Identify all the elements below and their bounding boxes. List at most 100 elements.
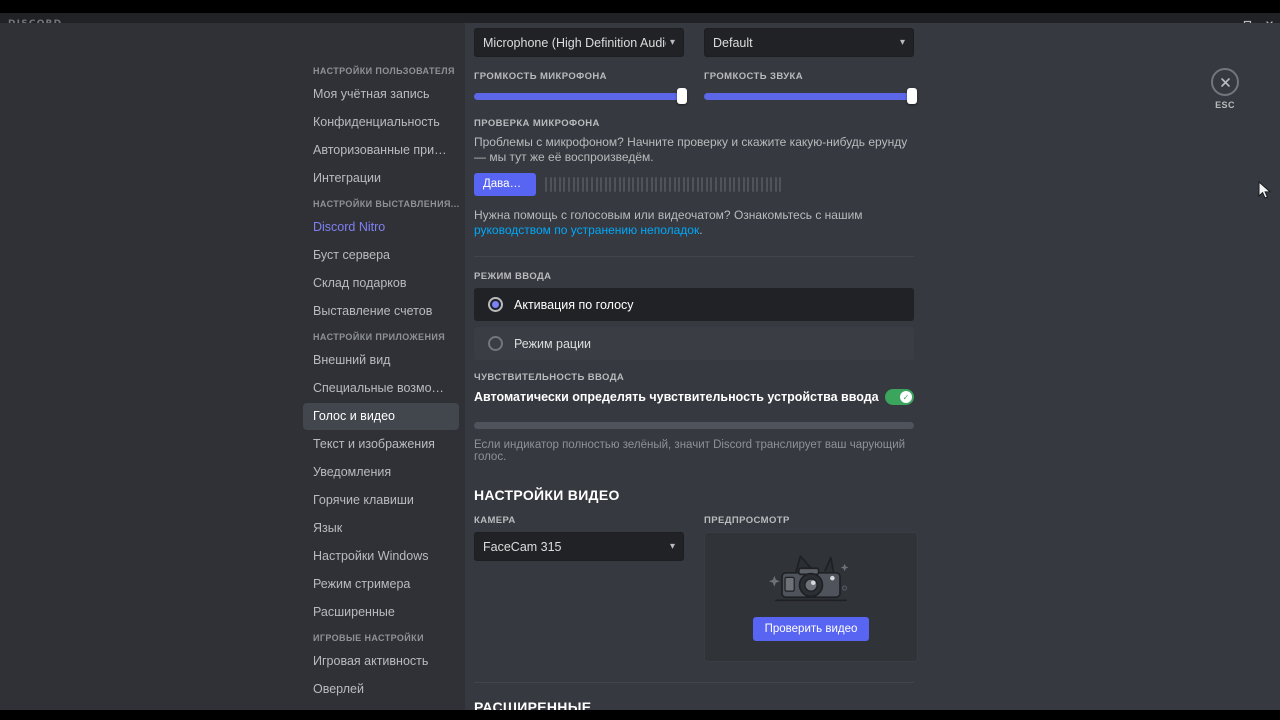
meter-tick [678, 177, 681, 192]
meter-tick [701, 177, 704, 192]
camera-select[interactable]: FaceCam 315 ▾ [474, 532, 684, 561]
discord-settings-window: DISCORD НАСТРОЙКИ ПОЛЬЗОВАТЕЛЯМоя учётна… [0, 0, 1280, 720]
meter-tick [724, 177, 727, 192]
meter-tick [554, 177, 557, 192]
sidebar-item[interactable]: Голос и видео [303, 403, 459, 430]
sidebar-category: НАСТРОЙКИ ПОЛЬЗОВАТЕЛЯ [313, 66, 455, 76]
meter-tick [545, 177, 547, 192]
sound-volume-slider[interactable] [704, 88, 917, 104]
meter-tick [756, 177, 759, 192]
meter-tick [572, 177, 575, 192]
input-mode-options: Активация по голосу Режим рации [474, 288, 914, 360]
sound-volume-label: ГРОМКОСТЬ ЗВУКА [704, 71, 804, 82]
sound-volume-thumb[interactable] [907, 88, 917, 104]
meter-tick [669, 177, 672, 192]
meter-tick [650, 177, 653, 192]
output-device-select[interactable]: Default ▾ [704, 28, 914, 57]
meter-tick [563, 177, 566, 192]
sensitivity-meter [474, 422, 914, 429]
meter-tick [641, 177, 644, 192]
input-mode-label: Активация по голосу [514, 297, 634, 312]
troubleshoot-link[interactable]: руководством по устранению неполадок [474, 223, 699, 237]
settings-sidebar: НАСТРОЙКИ ПОЛЬЗОВАТЕЛЯ Моя учётная запись… [303, 23, 465, 710]
meter-tick [673, 177, 676, 192]
meter-tick [595, 177, 598, 192]
meter-tick [604, 177, 607, 192]
mic-volume-track [474, 92, 684, 100]
input-mode-option[interactable]: Активация по голосу [474, 288, 914, 321]
sidebar-item[interactable]: Интеграции [303, 165, 459, 192]
checkmark-icon: ✓ [900, 391, 912, 403]
divider-advanced [474, 682, 914, 683]
input-mode-label: РЕЖИМ ВВОДА [474, 271, 552, 282]
settings-shell: НАСТРОЙКИ ПОЛЬЗОВАТЕЛЯ Моя учётная запись… [0, 23, 1280, 710]
meter-tick [770, 177, 773, 192]
meter-tick [682, 177, 685, 192]
camera-column: КАМЕРА FaceCam 315 ▾ [474, 515, 684, 662]
meter-tick [600, 177, 603, 192]
sidebar-item[interactable]: Специальные возмож... [303, 375, 459, 402]
meter-tick [567, 177, 570, 192]
output-device-column: Default ▾ [704, 28, 914, 57]
mic-volume-thumb[interactable] [677, 88, 687, 104]
sidebar-item[interactable]: Горячие клавиши [303, 487, 459, 514]
input-device-value: Microphone (High Definition Audio Device… [483, 35, 666, 50]
sidebar-item[interactable]: Авторизованные прил... [303, 137, 459, 164]
sidebar-item[interactable]: Настройки Windows [303, 543, 459, 570]
auto-sensitivity-toggle[interactable]: ✓ [885, 389, 914, 405]
sidebar-gutter [0, 23, 303, 710]
auto-sensitivity-row: Автоматически определять чувствительност… [474, 389, 914, 405]
output-device-value: Default [713, 35, 753, 50]
input-mode-option[interactable]: Режим рации [474, 327, 914, 360]
sidebar-item[interactable]: Язык [303, 515, 459, 542]
meter-tick [659, 177, 662, 192]
sidebar-item[interactable]: Режим стримера [303, 571, 459, 598]
camera-illustration-icon [769, 555, 849, 602]
sound-volume-column: ГРОМКОСТЬ ЗВУКА [704, 57, 917, 104]
help-text-after: . [699, 223, 703, 237]
radio-dot [492, 301, 499, 308]
troubleshoot-help: Нужна помощь с голосовым или видеочатом?… [474, 208, 914, 238]
camera-value: FaceCam 315 [483, 539, 562, 554]
sidebar-item[interactable]: Уведомления [303, 459, 459, 486]
camera-label: КАМЕРА [474, 515, 516, 526]
mic-test-description: Проблемы с микрофоном? Начните проверку … [474, 135, 908, 164]
radio-icon [488, 297, 503, 312]
sidebar-item[interactable]: Склад подарков [303, 270, 459, 297]
meter-tick [632, 177, 635, 192]
auto-sensitivity-label: Автоматически определять чувствительност… [474, 390, 879, 404]
voice-video-settings: Microphone (High Definition Audio Device… [474, 23, 918, 710]
input-device-select[interactable]: Microphone (High Definition Audio Device… [474, 28, 684, 57]
volume-sliders: ГРОМКОСТЬ МИКРОФОНА ГРОМКОСТЬ ЗВУКА [474, 57, 917, 104]
sidebar-item[interactable]: Расширенные [303, 599, 459, 626]
preview-label: ПРЕДПРОСМОТР [704, 515, 790, 526]
video-preview-panel: Проверить видео [704, 532, 918, 662]
sidebar-item[interactable]: Внешний вид [303, 347, 459, 374]
meter-tick [586, 177, 589, 192]
mic-test-button[interactable]: Давайте пр... [474, 173, 536, 196]
meter-tick [655, 177, 658, 192]
mic-volume-column: ГРОМКОСТЬ МИКРОФОНА [474, 57, 687, 104]
meter-tick [581, 177, 584, 192]
meter-tick [646, 177, 649, 192]
sidebar-item[interactable]: Конфиденциальность [303, 109, 459, 136]
chevron-down-icon: ▾ [669, 541, 675, 552]
mic-volume-slider[interactable] [474, 88, 687, 104]
esc-label: ESC [1215, 100, 1235, 110]
sidebar-item[interactable]: Буст сервера [303, 242, 459, 269]
sensitivity-label: ЧУВСТВИТЕЛЬНОСТЬ ВВОДА [474, 372, 625, 383]
test-video-button[interactable]: Проверить видео [752, 617, 870, 641]
input-device-column: Microphone (High Definition Audio Device… [474, 28, 684, 57]
close-settings-button[interactable]: ESC [1208, 68, 1242, 110]
sound-volume-track [704, 92, 914, 100]
divider [474, 256, 914, 257]
sidebar-item[interactable]: Выставление счетов [303, 298, 459, 325]
sidebar-item[interactable]: Игровая активность [303, 648, 459, 675]
sidebar-item[interactable]: Моя учётная запись [303, 81, 459, 108]
mic-test-row: Давайте пр... [474, 173, 914, 196]
meter-tick [705, 177, 708, 192]
meter-tick [692, 177, 694, 192]
sidebar-item[interactable]: Оверлей [303, 676, 459, 703]
sidebar-item[interactable]: Discord Nitro [303, 214, 459, 241]
sidebar-item[interactable]: Текст и изображения [303, 431, 459, 458]
